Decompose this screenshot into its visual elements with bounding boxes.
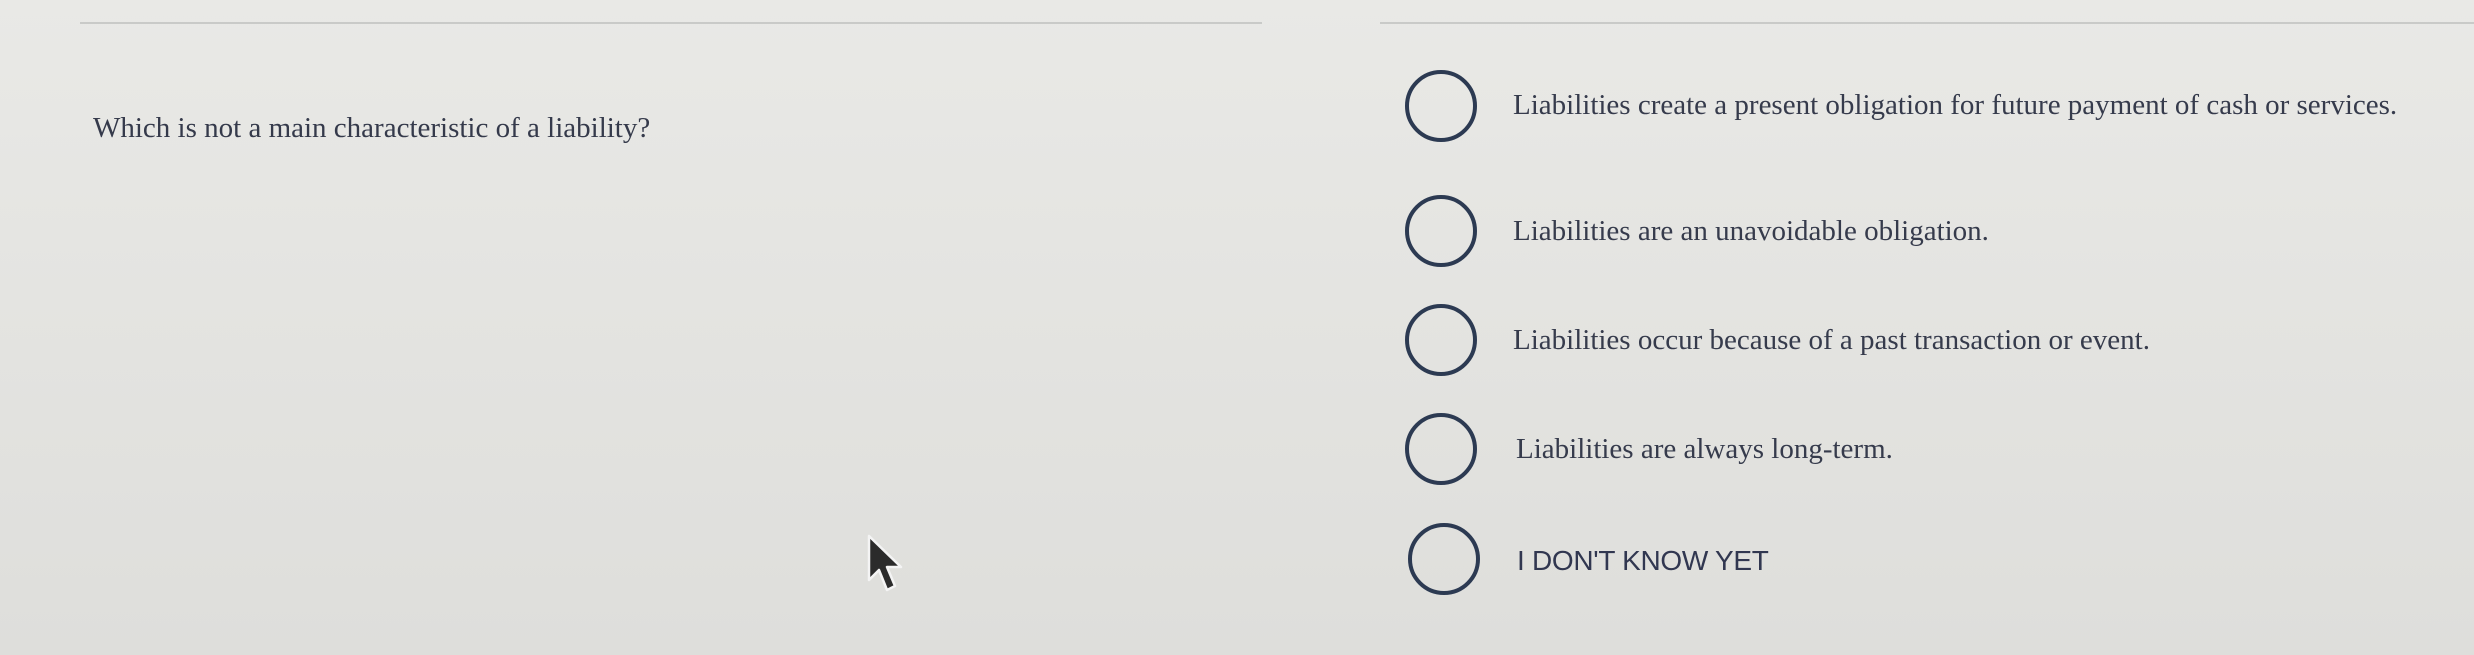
answer-option-2[interactable]: Liabilities are an unavoidable obligatio… xyxy=(1405,195,2465,275)
answer-option-label: I DON'T KNOW YET xyxy=(1517,545,1769,576)
answer-option-5[interactable]: I DON'T KNOW YET xyxy=(1405,523,2465,603)
top-divider-left xyxy=(80,22,1262,24)
top-divider-right xyxy=(1380,22,2474,24)
answer-option-3[interactable]: Liabilities occur because of a past tran… xyxy=(1405,304,2465,384)
answer-option-label: Liabilities create a present obligation … xyxy=(1513,89,2398,121)
answer-option-label: Liabilities are always long-term. xyxy=(1516,433,1893,465)
question-text: Which is not a main characteristic of a … xyxy=(93,112,651,144)
answer-option-label: Liabilities are an unavoidable obligatio… xyxy=(1513,215,1989,247)
radio-unselected-icon[interactable] xyxy=(1405,304,1477,376)
answer-option-label: Liabilities occur because of a past tran… xyxy=(1513,324,2150,356)
mouse-pointer-icon xyxy=(867,534,903,592)
radio-unselected-icon[interactable] xyxy=(1408,523,1480,595)
answer-option-1[interactable]: Liabilities create a present obligation … xyxy=(1405,68,2465,168)
radio-unselected-icon[interactable] xyxy=(1405,195,1477,267)
radio-unselected-icon[interactable] xyxy=(1405,70,1477,142)
answer-option-4[interactable]: Liabilities are always long-term. xyxy=(1405,413,2465,493)
radio-unselected-icon[interactable] xyxy=(1405,413,1477,485)
